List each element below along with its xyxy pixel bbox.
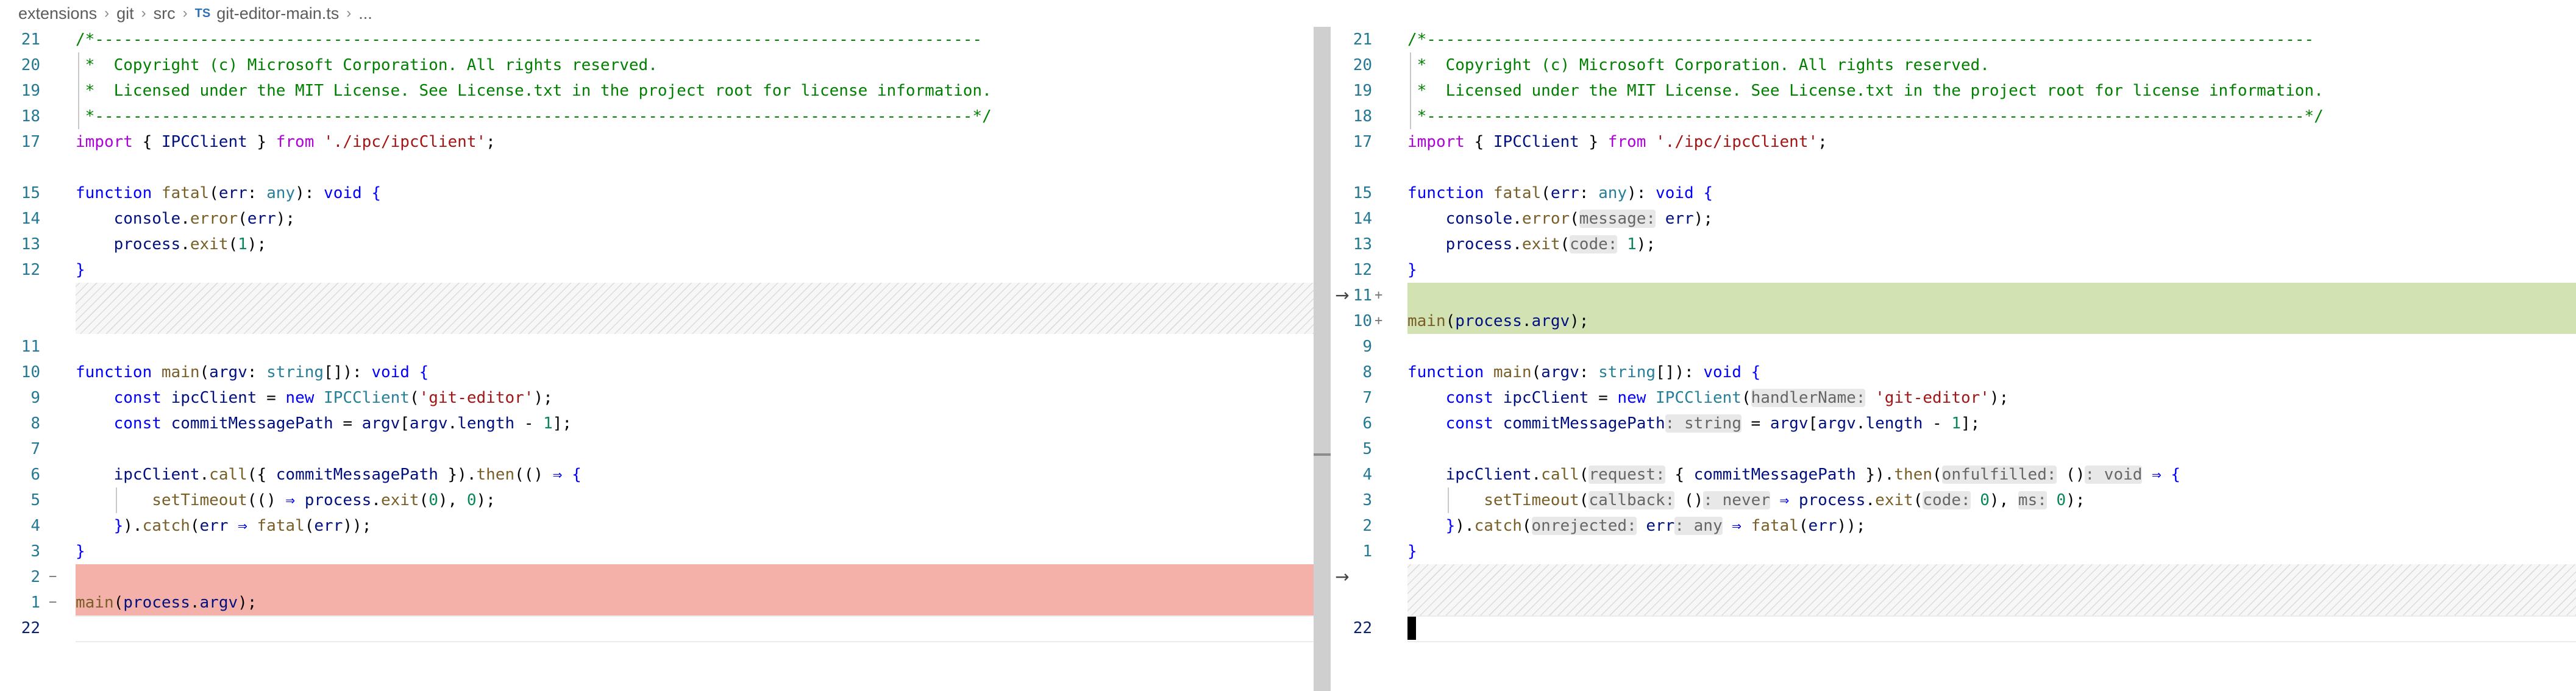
chevron-right-icon: › bbox=[104, 5, 110, 21]
splitter-scroll-thumb[interactable] bbox=[1314, 453, 1331, 456]
chevron-right-icon: › bbox=[346, 5, 352, 21]
breadcrumb-item-git[interactable]: git bbox=[116, 4, 134, 23]
chevron-right-icon: › bbox=[182, 5, 188, 21]
text-cursor bbox=[1407, 617, 1416, 640]
line-number: 22 bbox=[1353, 619, 1372, 637]
code-line: /*--------------------------------------… bbox=[1407, 30, 2314, 49]
current-line-highlight bbox=[76, 615, 1314, 642]
inlay-hint: handlerName: bbox=[1751, 389, 1866, 407]
inlay-hint: onrejected: bbox=[1531, 517, 1637, 535]
code-line: console.error(message: err); bbox=[1445, 210, 1713, 228]
code-line: const commitMessagePath = argv[argv.leng… bbox=[113, 414, 572, 433]
inlay-hint: : void bbox=[2085, 466, 2143, 484]
inlay-hint: onfulfilled: bbox=[1941, 466, 2057, 484]
code-line: process.exit(code: 1); bbox=[1445, 235, 1656, 253]
code-line: } bbox=[1407, 542, 1417, 561]
code-line: import { IPCClient } from './ipc/ipcClie… bbox=[76, 133, 496, 151]
line-number: 22 bbox=[21, 619, 40, 637]
removed-marker: − bbox=[49, 569, 57, 584]
code-line: /*--------------------------------------… bbox=[76, 30, 983, 49]
code-line: * Licensed under the MIT License. See Li… bbox=[76, 82, 992, 100]
breadcrumb-item-file[interactable]: git-editor-main.ts bbox=[216, 4, 339, 23]
line-number: 5 bbox=[1362, 440, 1372, 458]
diff-spacer bbox=[76, 283, 1314, 334]
code-line: const ipcClient = new IPCClient('git-edi… bbox=[113, 389, 553, 407]
inlay-hint: callback: bbox=[1589, 491, 1675, 509]
breadcrumb-item-src[interactable]: src bbox=[154, 4, 176, 23]
code-line: function fatal(err: any): void { bbox=[76, 184, 381, 202]
code-line: } bbox=[76, 542, 85, 561]
code-line: }).catch(err ⇒ fatal(err)); bbox=[113, 517, 372, 535]
code-line: }).catch(onrejected: err: any ⇒ fatal(er… bbox=[1445, 517, 1866, 535]
breadcrumb: extensions › git › src › TS git-editor-m… bbox=[18, 0, 372, 27]
code-line: *---------------------------------------… bbox=[76, 107, 992, 126]
code-line: *---------------------------------------… bbox=[1407, 107, 2324, 126]
inlay-hint: request: bbox=[1589, 466, 1665, 484]
inlay-hint: : never bbox=[1703, 491, 1770, 509]
code-line: setTimeout(() ⇒ process.exit(0), 0); bbox=[152, 491, 496, 509]
inlay-hint: message: bbox=[1579, 210, 1656, 228]
code-line: main(process.argv); bbox=[76, 594, 257, 612]
diff-modified-pane[interactable]: 21 20 19 18 17 15 14 13 12 11 10 9 8 7 6… bbox=[1332, 27, 2576, 691]
added-marker: + bbox=[1375, 288, 1383, 303]
code-line: setTimeout(callback: (): never ⇒ process… bbox=[1484, 491, 2085, 509]
code-line: * Copyright (c) Microsoft Corporation. A… bbox=[1407, 56, 1990, 74]
code-line: process.exit(1); bbox=[113, 235, 267, 253]
code-line: const commitMessagePath: string = argv[a… bbox=[1445, 414, 1980, 433]
current-line-highlight bbox=[1407, 615, 2576, 642]
breadcrumb-item-extensions[interactable]: extensions bbox=[18, 4, 97, 23]
diff-splitter[interactable] bbox=[1314, 27, 1331, 691]
inlay-hint: code: bbox=[1923, 491, 1971, 509]
inlay-hint: : any bbox=[1674, 517, 1723, 535]
inlay-hint: ms: bbox=[2018, 491, 2047, 509]
code-line: function fatal(err: any): void { bbox=[1407, 184, 1713, 202]
code-line: function main(argv: string[]): void { bbox=[1407, 363, 1761, 381]
code-line: } bbox=[76, 261, 85, 279]
diff-spacer bbox=[1407, 564, 2576, 615]
code-line: ipcClient.call(request: { commitMessageP… bbox=[1445, 466, 2181, 484]
code-line: function main(argv: string[]): void { bbox=[76, 363, 429, 381]
chevron-right-icon: › bbox=[141, 5, 146, 21]
typescript-file-icon: TS bbox=[194, 6, 211, 20]
code-line: } bbox=[1407, 261, 1417, 279]
breadcrumb-item-symbols[interactable]: ... bbox=[358, 4, 372, 23]
code-line: * Licensed under the MIT License. See Li… bbox=[1407, 82, 2324, 100]
code-line: console.error(err); bbox=[113, 210, 296, 228]
code-line: ipcClient.call({ commitMessagePath }).th… bbox=[113, 466, 582, 484]
line-number: 9 bbox=[1362, 338, 1372, 356]
code-line: const ipcClient = new IPCClient(handlerN… bbox=[1445, 389, 2009, 407]
code-line: * Copyright (c) Microsoft Corporation. A… bbox=[76, 56, 658, 74]
inlay-hint: : string bbox=[1665, 414, 1742, 433]
code-line: main(process.argv); bbox=[1407, 312, 1589, 330]
line-number: 7 bbox=[30, 440, 40, 458]
inlay-hint: code: bbox=[1570, 235, 1618, 253]
line-number: 11 bbox=[21, 338, 40, 356]
code-line: import { IPCClient } from './ipc/ipcClie… bbox=[1407, 133, 1827, 151]
diff-original-pane[interactable]: 21 20 19 18 17 15 14 13 12 11 10 9 8 7 6… bbox=[0, 27, 1314, 691]
